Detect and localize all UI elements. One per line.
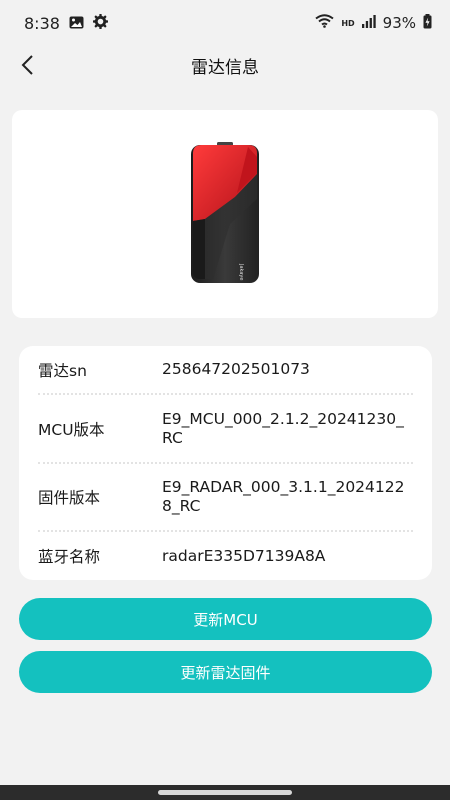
header: 雷达信息 <box>0 46 450 84</box>
status-left: 8:38 <box>24 13 109 33</box>
info-value: E9_RADAR_000_3.1.1_20241228_RC <box>162 478 405 515</box>
info-row-mcu-version: MCU版本 E9_MCU_000_2.1.2_20241230_RC <box>38 395 413 464</box>
status-bar: 8:38 HD 93% <box>0 0 450 46</box>
info-row-firmware-version: 固件版本 E9_RADAR_000_3.1.1_20241228_RC <box>38 464 413 532</box>
image-icon <box>69 14 84 33</box>
info-row-sn: 雷达sn 258647202501073 <box>38 346 413 395</box>
back-button[interactable] <box>12 50 42 80</box>
status-right: HD 93% <box>315 13 432 33</box>
wifi-icon <box>315 14 334 32</box>
device-brand-text: Jakaye <box>238 263 244 280</box>
radar-info-card: 雷达sn 258647202501073 MCU版本 E9_MCU_000_2.… <box>19 346 432 580</box>
battery-percent: 93% <box>382 14 416 32</box>
battery-icon <box>423 13 432 33</box>
info-label: 固件版本 <box>38 489 101 507</box>
info-row-bluetooth-name: 蓝牙名称 radarE335D7139A8A <box>38 532 413 580</box>
home-indicator[interactable] <box>158 790 292 795</box>
update-radar-firmware-button[interactable]: 更新雷达固件 <box>19 651 432 693</box>
info-label: MCU版本 <box>38 420 105 439</box>
page-title: 雷达信息 <box>191 57 259 78</box>
device-image-card: Jakaye <box>12 110 438 318</box>
radar-device-image: Jakaye <box>191 142 259 283</box>
info-value: E9_MCU_000_2.1.2_20241230_RC <box>162 409 404 447</box>
signal-icon <box>361 14 376 32</box>
info-value: radarE335D7139A8A <box>162 546 326 565</box>
info-value: 258647202501073 <box>162 360 310 378</box>
status-time: 8:38 <box>24 13 60 33</box>
chevron-left-icon <box>21 55 33 75</box>
info-label: 蓝牙名称 <box>38 548 101 566</box>
update-mcu-button[interactable]: 更新MCU <box>19 598 432 640</box>
info-label: 雷达sn <box>38 361 87 380</box>
network-label: HD <box>341 18 355 28</box>
gear-icon <box>92 13 109 33</box>
navigation-bar <box>0 785 450 800</box>
